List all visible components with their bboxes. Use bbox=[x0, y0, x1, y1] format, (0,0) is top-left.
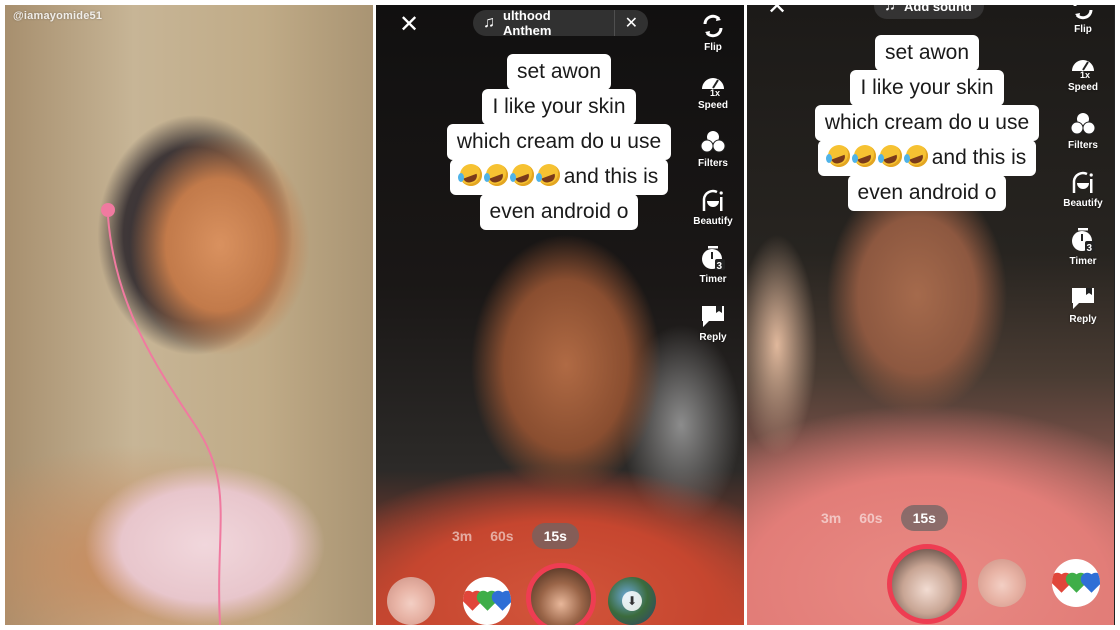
laughing-emoji-icon bbox=[535, 164, 560, 186]
beautify-label: Beautify bbox=[1063, 198, 1103, 209]
filters-button[interactable]: Filters bbox=[1068, 110, 1098, 168]
filters-icon bbox=[1069, 110, 1097, 138]
music-note-icon: ♫ bbox=[483, 14, 495, 31]
camera-panel-1: ✕ ♫ ulthood Anthem ✕ Flip 1x Speed Filte… bbox=[376, 5, 744, 625]
duration-60s[interactable]: 60s bbox=[859, 510, 882, 526]
earphone-cable bbox=[101, 203, 222, 625]
laughing-emoji-icon bbox=[483, 164, 508, 186]
camera-panel-2: ✕ ♫ Add sound Flip 1x Speed Filters Beau… bbox=[747, 5, 1115, 625]
duration-15s[interactable]: 15s bbox=[900, 505, 948, 531]
timer-icon: 3 bbox=[699, 244, 727, 272]
laughing-emoji-icon bbox=[851, 145, 876, 167]
close-camera-button[interactable]: ✕ bbox=[767, 5, 787, 19]
caption-line: I like your skin bbox=[850, 70, 1004, 106]
caption-line-emoji: and this is bbox=[817, 140, 1037, 176]
timer-label: Timer bbox=[1069, 256, 1097, 267]
caption-line: even android o bbox=[479, 194, 639, 230]
duration-3m[interactable]: 3m bbox=[452, 528, 472, 544]
caption-line: even android o bbox=[847, 175, 1007, 211]
flip-camera-icon bbox=[699, 12, 727, 40]
beautify-button[interactable]: Beautify bbox=[693, 186, 733, 244]
duration-selector: 3m 60s 15s bbox=[821, 505, 948, 531]
caption-line: which cream do u use bbox=[446, 124, 672, 160]
svg-text:1x: 1x bbox=[1080, 70, 1090, 79]
caption-line: which cream do u use bbox=[814, 105, 1040, 141]
reply-icon bbox=[699, 302, 727, 330]
add-sound-button[interactable]: ♫ Add sound bbox=[874, 5, 984, 19]
laughing-emoji-icon bbox=[509, 164, 534, 186]
beautify-icon bbox=[1069, 168, 1097, 196]
record-button[interactable] bbox=[526, 563, 596, 625]
flip-label: Flip bbox=[704, 42, 722, 53]
sound-title: Add sound bbox=[904, 5, 972, 14]
laughing-emoji-icon bbox=[903, 145, 928, 167]
download-icon: ⬇ bbox=[622, 591, 642, 611]
record-button[interactable] bbox=[887, 544, 967, 624]
music-note-icon: ♫ bbox=[884, 5, 896, 14]
caption-line: set awon bbox=[506, 54, 612, 90]
camera-toolbar: Flip 1x Speed Filters Beautify 3 Timer R… bbox=[1060, 5, 1106, 342]
camera-toolbar: Flip 1x Speed Filters Beautify 3 Timer R… bbox=[690, 12, 736, 360]
laughing-emoji-icon bbox=[877, 145, 902, 167]
duration-3m[interactable]: 3m bbox=[821, 510, 841, 526]
sound-title: ulthood Anthem bbox=[503, 8, 552, 38]
heart-blue-icon bbox=[1081, 573, 1100, 593]
flip-button[interactable]: Flip bbox=[1069, 5, 1097, 52]
selfie-photo-panel: @iamayomide51 bbox=[5, 5, 373, 625]
sound-selector[interactable]: ♫ ulthood Anthem ✕ bbox=[473, 8, 648, 38]
filters-label: Filters bbox=[1067, 140, 1098, 151]
effect-thumbnail[interactable] bbox=[387, 577, 435, 625]
caption-text: and this is bbox=[931, 146, 1027, 169]
reply-button[interactable]: Reply bbox=[1069, 284, 1097, 342]
beautify-icon bbox=[699, 186, 727, 214]
hearts-effect-thumbnail[interactable] bbox=[463, 577, 511, 625]
download-effect-thumbnail[interactable]: ⬇ bbox=[608, 577, 656, 625]
reply-icon bbox=[1069, 284, 1097, 312]
reply-label: Reply bbox=[699, 332, 727, 343]
timer-label: Timer bbox=[699, 274, 727, 285]
beautify-label: Beautify bbox=[693, 216, 733, 227]
speed-button[interactable]: 1x Speed bbox=[698, 70, 728, 128]
caption-line-emoji: and this is bbox=[449, 159, 669, 195]
caption-line: set awon bbox=[874, 35, 980, 71]
duration-60s[interactable]: 60s bbox=[490, 528, 513, 544]
laughing-emoji-icon bbox=[457, 164, 482, 186]
speed-icon: 1x bbox=[1069, 52, 1097, 80]
flip-button[interactable]: Flip bbox=[699, 12, 727, 70]
duration-selector: 3m 60s 15s bbox=[452, 523, 579, 549]
caption-sticker[interactable]: set awon I like your skin which cream do… bbox=[802, 35, 1052, 211]
svg-text:3: 3 bbox=[1087, 243, 1093, 253]
timer-button[interactable]: 3 Timer bbox=[699, 244, 727, 302]
remove-sound-button[interactable]: ✕ bbox=[625, 13, 638, 33]
effect-thumbnail[interactable] bbox=[978, 559, 1026, 607]
caption-sticker[interactable]: set awon I like your skin which cream do… bbox=[434, 54, 684, 230]
beautify-button[interactable]: Beautify bbox=[1063, 168, 1103, 226]
speed-label: Speed bbox=[1067, 82, 1098, 93]
filters-button[interactable]: Filters bbox=[698, 128, 728, 186]
caption-line: I like your skin bbox=[482, 89, 636, 125]
speed-button[interactable]: 1x Speed bbox=[1068, 52, 1098, 110]
close-camera-button[interactable]: ✕ bbox=[399, 13, 419, 37]
timer-icon: 3 bbox=[1069, 226, 1097, 254]
hearts-effect-thumbnail[interactable] bbox=[1052, 559, 1100, 607]
flip-camera-icon bbox=[1069, 5, 1097, 22]
duration-15s[interactable]: 15s bbox=[531, 523, 579, 549]
divider bbox=[613, 10, 615, 36]
svg-text:3: 3 bbox=[717, 261, 723, 271]
timer-button[interactable]: 3 Timer bbox=[1069, 226, 1097, 284]
laughing-emoji-icon bbox=[825, 145, 850, 167]
flip-label: Flip bbox=[1074, 24, 1092, 35]
caption-text: and this is bbox=[563, 165, 659, 188]
heart-blue-icon bbox=[492, 591, 511, 611]
speed-label: Speed bbox=[697, 100, 728, 111]
svg-text:1x: 1x bbox=[710, 88, 720, 97]
filters-icon bbox=[699, 128, 727, 156]
reply-label: Reply bbox=[1069, 314, 1097, 325]
filters-label: Filters bbox=[697, 158, 728, 169]
speed-icon: 1x bbox=[699, 70, 727, 98]
reply-button[interactable]: Reply bbox=[699, 302, 727, 360]
